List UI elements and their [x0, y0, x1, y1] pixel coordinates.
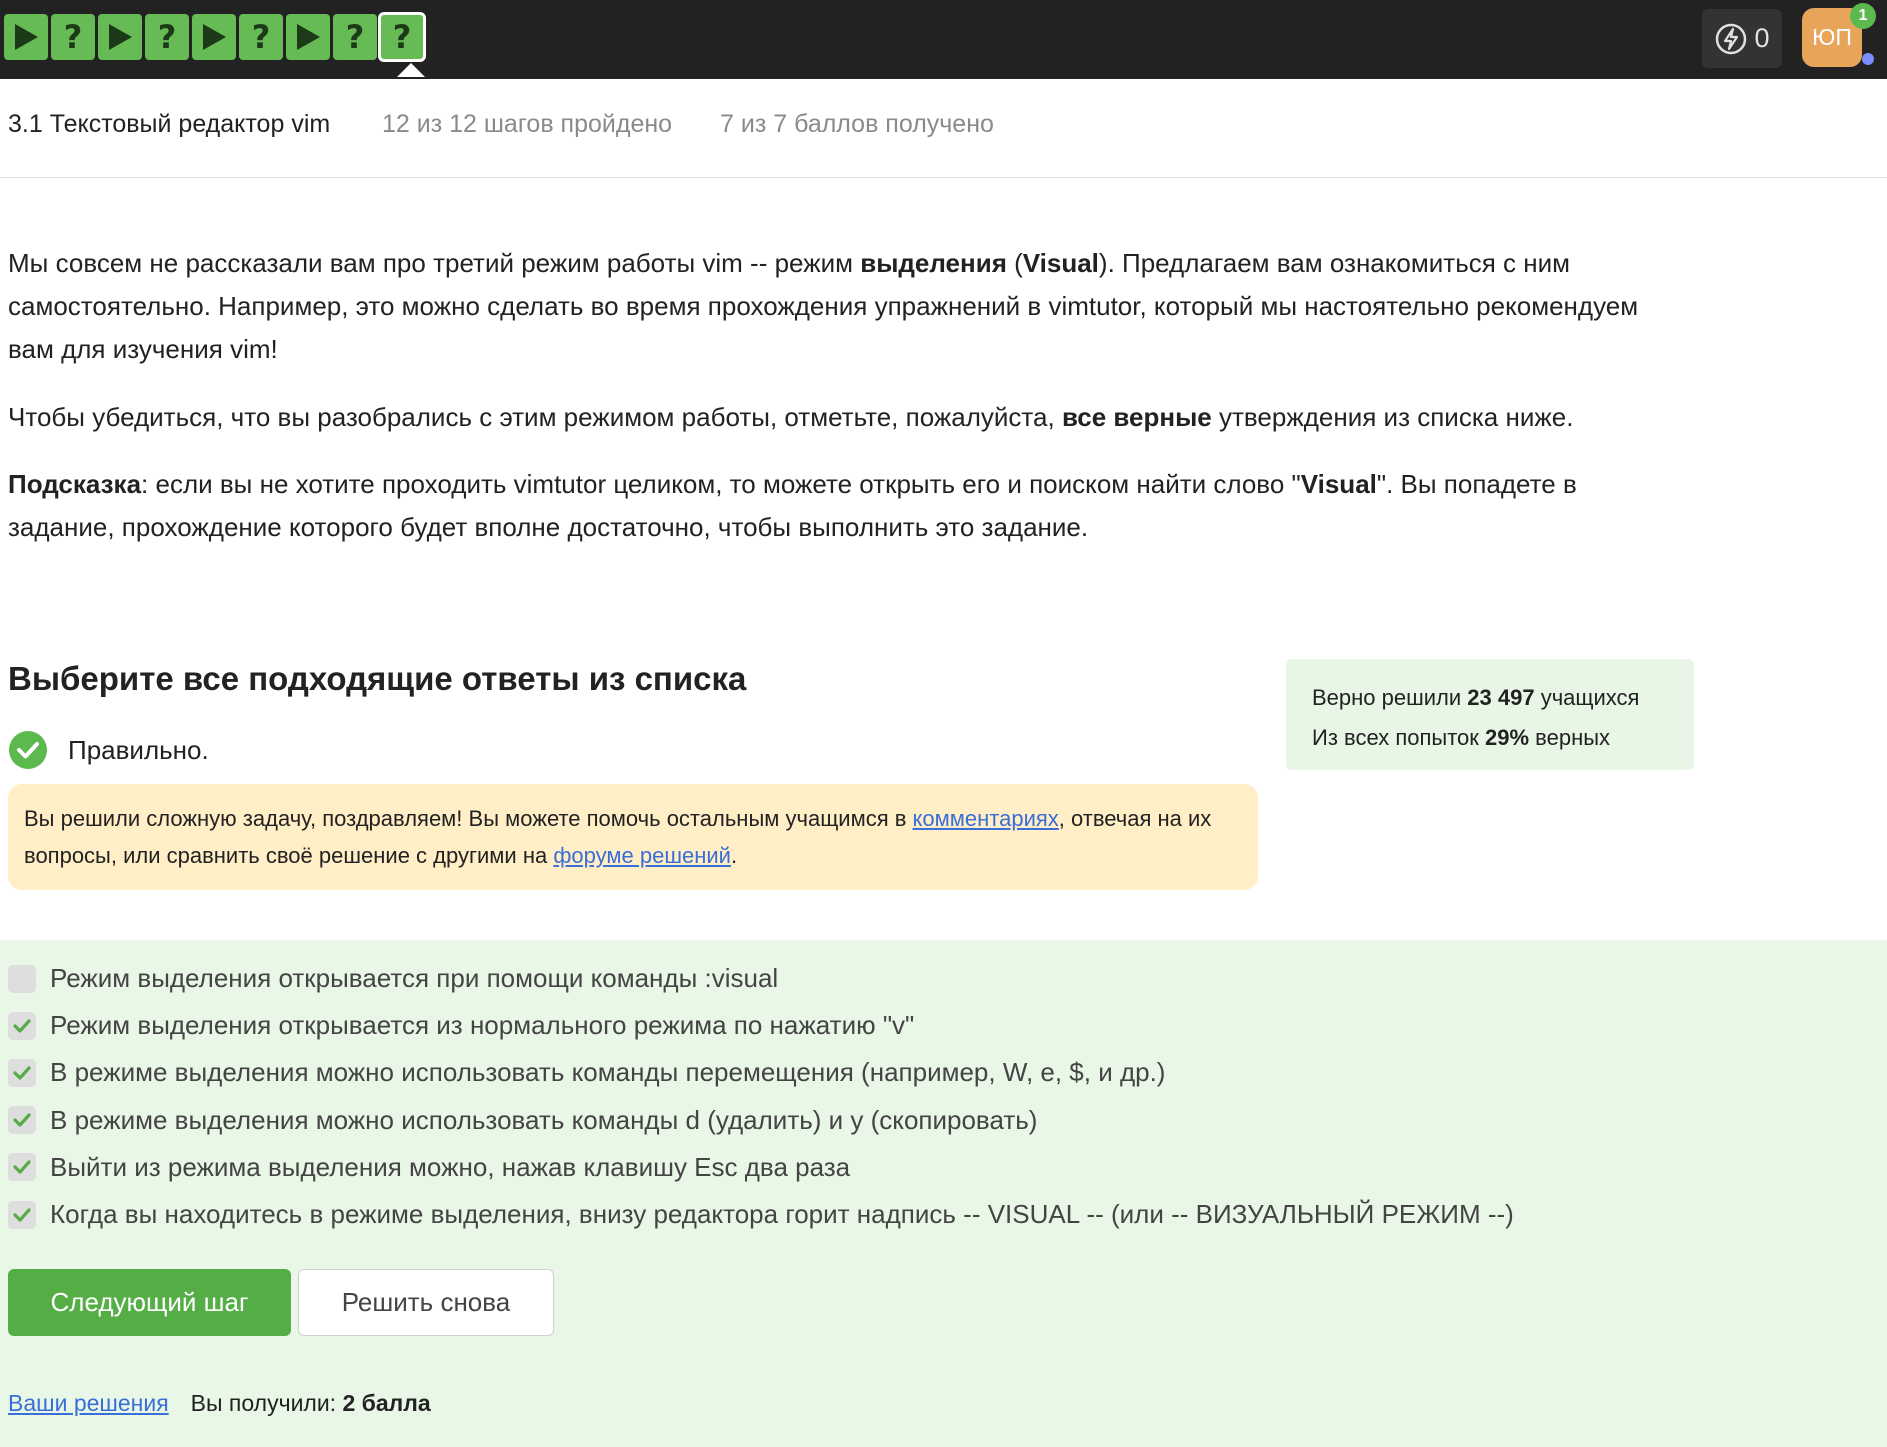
answer-option-label: Режим выделения открывается при помощи к…	[50, 963, 779, 994]
answers-area: Режим выделения открывается при помощи к…	[0, 940, 1887, 1447]
stats-solved-line: Верно решили 23 497 учащихся	[1312, 678, 1668, 718]
quiz-title: Выберите все подходящие ответы из списка	[8, 660, 747, 697]
step-text-paragraph-2: Чтобы убедиться, что вы разобрались с эт…	[8, 396, 1648, 439]
checkmark-icon	[13, 1019, 31, 1033]
text: учащихся	[1534, 685, 1640, 710]
bold-text: Visual	[1300, 469, 1377, 499]
answer-option-label: Режим выделения открывается из нормально…	[50, 1010, 915, 1041]
text: утверждения из списка ниже.	[1211, 402, 1574, 432]
lesson-steps-progress: 12 из 12 шагов пройдено	[382, 110, 673, 138]
checkmark-icon	[13, 1207, 31, 1222]
bold-text: Visual	[1022, 248, 1099, 278]
solved-count: 23 497	[1467, 685, 1535, 710]
play-icon	[109, 24, 132, 50]
answer-option[interactable]: Выйти из режима выделения можно, нажав к…	[8, 1144, 1514, 1191]
lesson-title[interactable]: 3.1 Текстовый редактор vim	[8, 110, 330, 139]
text: Верно решили	[1312, 685, 1468, 710]
energy-count: 0	[1754, 23, 1770, 53]
text: Мы совсем не рассказали вам про третий р…	[8, 248, 861, 278]
text: верных	[1529, 725, 1611, 750]
score-value: 2 балла	[342, 1390, 431, 1416]
step-nav-4[interactable]: ?	[145, 14, 189, 60]
step-nav-3[interactable]	[98, 14, 142, 60]
step-nav-6[interactable]: ?	[239, 14, 283, 60]
question-icon: ?	[345, 18, 365, 56]
success-rate: 29%	[1485, 725, 1530, 750]
answer-option[interactable]: Когда вы находитесь в режиме выделения, …	[8, 1191, 1514, 1238]
checkbox-checked[interactable]	[8, 1106, 36, 1135]
step-text-hint: Подсказка: если вы не хотите проходить v…	[8, 463, 1648, 549]
answer-option-label: В режиме выделения можно использовать ко…	[50, 1057, 1166, 1088]
stats-attempts-line: Из всех попыток 29% верных	[1312, 718, 1668, 758]
question-icon: ?	[392, 18, 412, 56]
your-solutions-link[interactable]: Ваши решения	[8, 1390, 169, 1417]
question-icon: ?	[63, 18, 83, 56]
checkbox-checked[interactable]	[8, 1200, 36, 1229]
hint-label: Подсказка	[8, 469, 142, 499]
checkmark-icon	[13, 1113, 31, 1127]
text: Чтобы убедиться, что вы разобрались с эт…	[8, 402, 1062, 432]
answer-option[interactable]: В режиме выделения можно использовать ко…	[8, 1097, 1514, 1144]
lesson-points-progress: 7 из 7 баллов получено	[720, 110, 994, 138]
score-label: Вы получили:	[190, 1390, 343, 1416]
play-icon	[15, 24, 38, 50]
checkmark-icon	[13, 1066, 31, 1080]
question-icon: ?	[251, 18, 271, 56]
feedback-message: Вы решили сложную задачу, поздравляем! В…	[8, 784, 1258, 890]
step-text-paragraph-1: Мы совсем не рассказали вам про третий р…	[8, 242, 1648, 371]
text: (	[1006, 248, 1023, 278]
answer-option-label: Выйти из режима выделения можно, нажав к…	[50, 1151, 851, 1182]
step-nav-2[interactable]: ?	[51, 14, 95, 60]
text: : если вы не хотите проходить vimtutor ц…	[141, 469, 1301, 499]
play-icon	[297, 24, 320, 50]
result-text: Правильно.	[68, 734, 209, 765]
step-nav-5[interactable]	[192, 14, 236, 60]
energy-counter[interactable]: 0	[1702, 9, 1782, 68]
notification-badge[interactable]: 1	[1850, 3, 1876, 29]
answer-option-label: Когда вы находитесь в режиме выделения, …	[50, 1199, 1514, 1230]
step-nav-8[interactable]: ?	[333, 14, 377, 60]
quiz-stats: Верно решили 23 497 учащихся Из всех поп…	[1286, 659, 1694, 770]
step-nav-7[interactable]	[286, 14, 330, 60]
text: Из всех попыток	[1312, 725, 1485, 750]
lightning-icon	[1716, 23, 1747, 54]
next-step-button[interactable]: Следующий шаг	[8, 1269, 291, 1336]
step-nav-1[interactable]	[4, 14, 48, 60]
checkbox-unchecked[interactable]	[8, 964, 36, 993]
quiz-result: Правильно.	[8, 730, 209, 770]
online-status-dot	[1862, 53, 1874, 65]
retry-button[interactable]: Решить снова	[298, 1269, 554, 1336]
checkmark-icon	[13, 1160, 31, 1174]
text: Вы решили сложную задачу, поздравляем! В…	[24, 806, 913, 831]
step-navigation: ?????	[4, 12, 426, 77]
bold-text: выделения	[860, 248, 1007, 278]
checkbox-checked[interactable]	[8, 1011, 36, 1040]
checkbox-checked[interactable]	[8, 1153, 36, 1182]
answer-option[interactable]: Режим выделения открывается при помощи к…	[8, 955, 1514, 1002]
answer-option-label: В режиме выделения можно использовать ко…	[50, 1104, 1038, 1135]
active-step-pointer	[397, 63, 425, 77]
lesson-header: 3.1 Текстовый редактор vim 12 из 12 шаго…	[0, 79, 1887, 178]
step-nav-9[interactable]: ?	[378, 12, 426, 77]
score-line: Вы получили: 2 балла	[191, 1390, 431, 1417]
answer-option[interactable]: В режиме выделения можно использовать ко…	[8, 1049, 1514, 1096]
play-icon	[203, 24, 226, 50]
answer-option[interactable]: Режим выделения открывается из нормально…	[8, 1002, 1514, 1049]
comments-link[interactable]: комментариях	[913, 806, 1059, 831]
checkbox-checked[interactable]	[8, 1058, 36, 1087]
submission-summary: Ваши решения Вы получили: 2 балла	[8, 1390, 431, 1417]
bold-text: все верные	[1061, 402, 1212, 432]
top-navigation-bar: ????? 0 ЮП 1	[0, 0, 1887, 79]
check-circle-icon	[9, 731, 47, 769]
answer-options: Режим выделения открывается при помощи к…	[8, 955, 1514, 1238]
solutions-forum-link[interactable]: форуме решений	[553, 843, 731, 868]
question-icon: ?	[157, 18, 177, 56]
text: .	[730, 843, 738, 868]
